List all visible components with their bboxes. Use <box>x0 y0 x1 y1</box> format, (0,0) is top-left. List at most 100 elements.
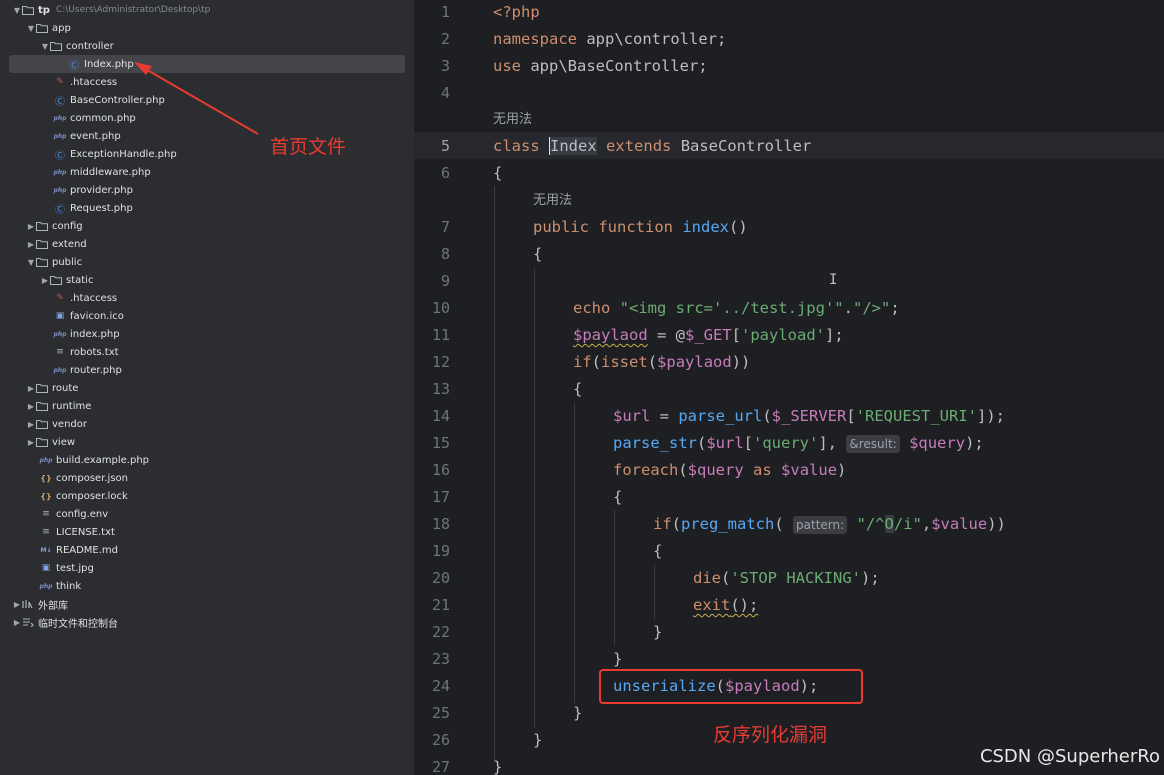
text-cursor-icon: I <box>829 272 838 288</box>
tree-row-route[interactable]: ▶ route <box>0 379 414 397</box>
tree-row-build-example[interactable]: php build.example.php <box>0 451 414 469</box>
tree-row-public[interactable]: ▼ public <box>0 253 414 271</box>
php-file-icon: php <box>53 114 67 122</box>
chevron-right-icon[interactable]: ▶ <box>26 417 36 431</box>
tree-row-event[interactable]: php event.php <box>0 127 414 145</box>
tree-row-favicon[interactable]: ▣ favicon.ico <box>0 307 414 325</box>
usages-hint[interactable]: 无用法 <box>533 191 572 211</box>
chevron-down-icon[interactable]: ▼ <box>40 39 50 53</box>
chevron-down-icon[interactable]: ▼ <box>26 255 36 269</box>
tree-row-extend[interactable]: ▶ extend <box>0 235 414 253</box>
code-line-26[interactable]: } <box>533 730 542 750</box>
tree-row-readme[interactable]: M↓ README.md <box>0 541 414 559</box>
usages-hint[interactable]: 无用法 <box>493 110 532 130</box>
tree-row-view[interactable]: ▶ view <box>0 433 414 451</box>
code-line-7[interactable]: public function index() <box>533 217 748 237</box>
tree-row-vendor[interactable]: ▶ vendor <box>0 415 414 433</box>
tree-row-config-env[interactable]: ≡ config.env <box>0 505 414 523</box>
code-line-3[interactable]: use app\BaseController; <box>493 56 708 76</box>
code-line-19[interactable]: { <box>653 541 662 561</box>
code-line-27[interactable]: } <box>493 757 502 775</box>
code-line-22[interactable]: } <box>653 622 662 642</box>
php-class-icon: Ⓒ <box>55 204 65 216</box>
tree-label: Index.php <box>84 58 134 70</box>
chevron-right-icon[interactable]: ▶ <box>12 615 22 629</box>
code-line-6[interactable]: { <box>493 163 502 183</box>
tree-row-composer-lock[interactable]: {} composer.lock <box>0 487 414 505</box>
tree-label: config.env <box>56 508 109 520</box>
chevron-right-icon[interactable]: ▶ <box>12 597 22 611</box>
tree-label: Request.php <box>70 202 133 214</box>
tree-label: runtime <box>52 400 92 412</box>
code-editor[interactable]: 1 2 3 4 5 6 7 8 9 10 11 12 13 14 15 16 1… <box>414 0 1164 775</box>
tree-row-public-htaccess[interactable]: ✎ .htaccess <box>0 289 414 307</box>
tree-row-license[interactable]: ≡ LICENSE.txt <box>0 523 414 541</box>
tree-label: .htaccess <box>70 76 118 88</box>
tree-row-middleware[interactable]: php middleware.php <box>0 163 414 181</box>
line-number: 2 <box>440 30 450 48</box>
tree-row-tp[interactable]: ▼ tp C:\Users\Administrator\Desktop\tp <box>0 1 414 19</box>
tree-row-common[interactable]: php common.php <box>0 109 414 127</box>
tree-row-public-index[interactable]: php index.php <box>0 325 414 343</box>
json-file-icon: {} <box>40 491 52 501</box>
tree-row-static[interactable]: ▶ static <box>0 271 414 289</box>
chevron-right-icon[interactable]: ▶ <box>40 273 50 287</box>
php-file-icon: php <box>53 186 67 194</box>
line-number: 10 <box>431 299 450 317</box>
code-line-20[interactable]: die('STOP HACKING'); <box>693 568 880 588</box>
tree-row-request[interactable]: Ⓒ Request.php <box>0 199 414 217</box>
tree-label: 临时文件和控制台 <box>38 618 118 630</box>
code-line-17[interactable]: { <box>613 487 622 507</box>
code-line-13[interactable]: { <box>573 379 582 399</box>
tree-label: README.md <box>56 544 119 556</box>
tree-row-app[interactable]: ▼ app <box>0 19 414 37</box>
chevron-down-icon[interactable]: ▼ <box>12 3 22 17</box>
tree-row-runtime[interactable]: ▶ runtime <box>0 397 414 415</box>
code-line-15[interactable]: parse_str($url['query'], &result: $query… <box>613 433 984 453</box>
tree-row-composer-json[interactable]: {} composer.json <box>0 469 414 487</box>
tree-row-basecontroller[interactable]: Ⓒ BaseController.php <box>0 91 414 109</box>
tree-row-controller[interactable]: ▼ controller <box>0 37 414 55</box>
tree-row-think[interactable]: php think <box>0 577 414 595</box>
tree-row-provider[interactable]: php provider.php <box>0 181 414 199</box>
chevron-down-icon[interactable]: ▼ <box>26 21 36 35</box>
tree-label: 外部库 <box>38 600 68 612</box>
tree-row-exceptionhandle[interactable]: Ⓒ ExceptionHandle.php <box>0 145 414 163</box>
tree-label: .htaccess <box>70 292 118 304</box>
tree-row-scratches[interactable]: ▶ 临时文件和控制台 <box>0 613 414 631</box>
tree-row-router[interactable]: php router.php <box>0 361 414 379</box>
code-line-21[interactable]: exit(); <box>693 595 758 615</box>
code-line-8[interactable]: { <box>533 244 542 264</box>
chevron-right-icon[interactable]: ▶ <box>26 219 36 233</box>
code-line-2[interactable]: namespace app\controller; <box>493 29 726 49</box>
chevron-right-icon[interactable]: ▶ <box>26 435 36 449</box>
line-number: 4 <box>440 84 450 102</box>
tree-row-test-jpg[interactable]: ▣ test.jpg <box>0 559 414 577</box>
code-line-11[interactable]: $paylaod = @$_GET['payload']; <box>573 325 844 345</box>
code-line-23[interactable]: } <box>613 649 622 669</box>
code-line-18[interactable]: if(preg_match( pattern: "/^O/i",$value)) <box>653 514 1006 534</box>
tree-row-index-php[interactable]: Ⓒ Index.php <box>9 55 405 73</box>
indent-guide <box>574 403 575 703</box>
code-line-12[interactable]: if(isset($paylaod)) <box>573 352 750 372</box>
line-number: 9 <box>440 272 450 290</box>
tree-label: test.jpg <box>56 562 94 574</box>
tree-label: view <box>52 436 76 448</box>
line-number: 19 <box>431 542 450 560</box>
tree-row-external-libs[interactable]: ▶ 外部库 <box>0 595 414 613</box>
code-line-14[interactable]: $url = parse_url($_SERVER['REQUEST_URI']… <box>613 406 1005 426</box>
chevron-right-icon[interactable]: ▶ <box>26 237 36 251</box>
code-line-16[interactable]: foreach($query as $value) <box>613 460 846 480</box>
text-file-icon: ≡ <box>56 347 64 357</box>
tree-row-config[interactable]: ▶ config <box>0 217 414 235</box>
line-number: 17 <box>431 488 450 506</box>
code-line-25[interactable]: } <box>573 703 582 723</box>
code-line-10[interactable]: echo "<img src='../test.jpg'"."/>"; <box>573 298 900 318</box>
code-line-1[interactable]: <?php <box>493 2 540 22</box>
chevron-right-icon[interactable]: ▶ <box>26 399 36 413</box>
tree-row-robots[interactable]: ≡ robots.txt <box>0 343 414 361</box>
code-line-5[interactable]: class Index extends BaseController <box>493 136 811 156</box>
tree-row-htaccess[interactable]: ✎ .htaccess <box>0 73 414 91</box>
chevron-right-icon[interactable]: ▶ <box>26 381 36 395</box>
project-tree[interactable]: ▼ tp C:\Users\Administrator\Desktop\tp ▼… <box>0 0 414 775</box>
